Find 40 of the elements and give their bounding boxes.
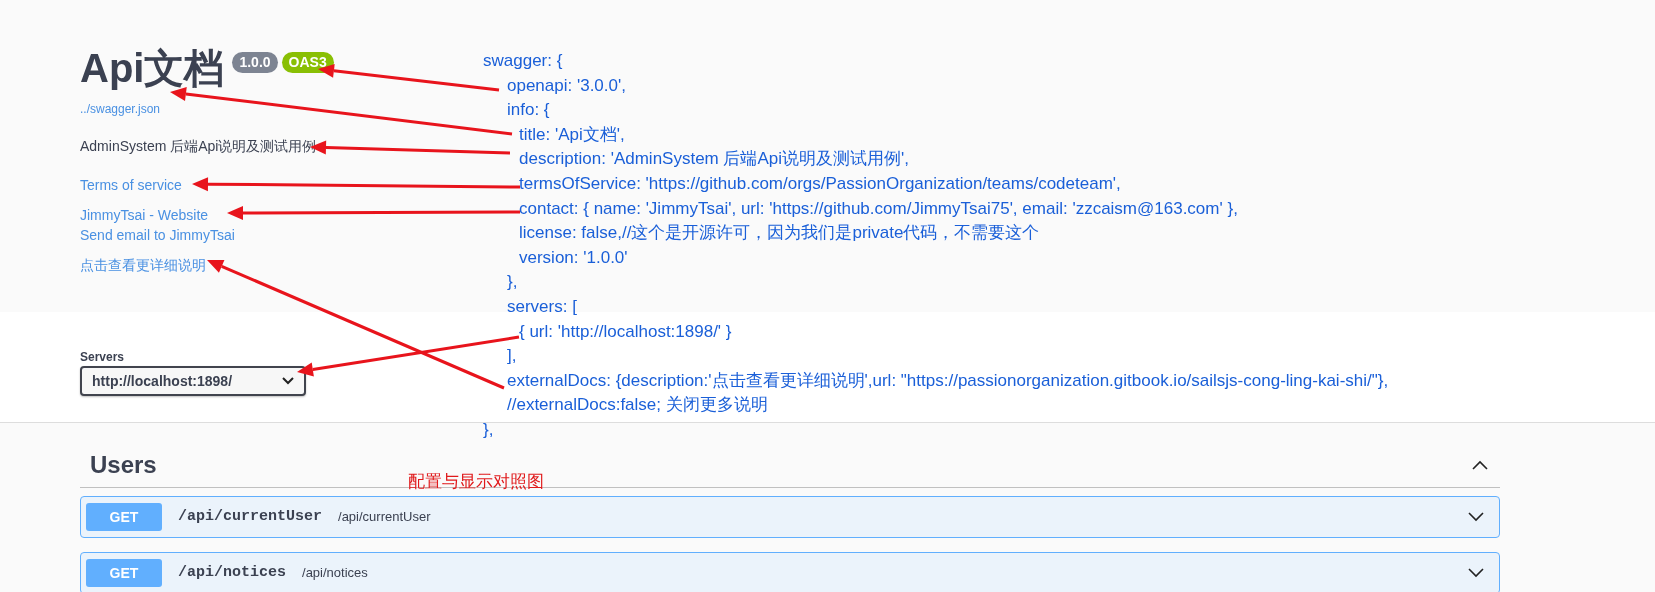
method-badge: GET <box>86 503 162 531</box>
section-title[interactable]: Users <box>90 447 157 483</box>
servers-select[interactable]: http://localhost:1898/ <box>80 366 306 396</box>
spec-badge: OAS3 <box>281 52 334 74</box>
annotation-caption: 配置与显示对照图 <box>408 471 544 493</box>
code-line: { url: 'http://localhost:1898/' } <box>519 321 732 341</box>
chevron-icon[interactable] <box>1466 567 1486 579</box>
page-title: Api文档 <box>80 48 225 88</box>
code-line: info: { <box>507 100 550 120</box>
chevron-icon[interactable] <box>1466 511 1486 523</box>
code-line: servers: [ <box>507 296 577 316</box>
chevron-down-icon <box>282 377 294 385</box>
code-line: description: 'AdminSystem 后端Api说明及测试用例', <box>519 149 910 169</box>
code-line: termsOfService: 'https://github.com/orgs/PassionOrganization/teams/codeteam', <box>519 173 1121 193</box>
contact-link[interactable]: Send email to JimmyTsai <box>80 225 235 245</box>
code-line: //externalDocs:false; 关闭更多说明 <box>507 395 768 415</box>
operation-row[interactable]: GET /api/notices /api/notices <box>80 552 1500 592</box>
code-line: contact: { name: 'JimmyTsai', url: 'https://github.com/JimmyTsai75', email: 'zzcaism@163.com' }, <box>519 198 1238 218</box>
method-badge: GET <box>86 559 162 587</box>
code-line: title: 'Api文档', <box>519 124 625 144</box>
spec-link[interactable]: ../swagger.json <box>80 102 161 116</box>
operation-row[interactable]: GET /api/currentUser /api/currentUser <box>80 496 1500 538</box>
chevron-icon[interactable] <box>1470 459 1490 471</box>
version-badge: 1.0.0 <box>232 52 278 74</box>
contact-link[interactable]: JimmyTsai - Website <box>80 205 209 225</box>
code-line: version: '1.0.0' <box>519 247 628 267</box>
endpoint-path: /api/currentUser <box>178 506 323 527</box>
code-line: }, <box>483 419 494 439</box>
servers-label: Servers <box>80 349 125 366</box>
code-line: externalDocs: {description:'点击查看更详细说明',url: "https://passionorganization.gitbook.io/sailsjs-cong-ling-kai-shi/"}, <box>507 370 1389 390</box>
code-line: swagger: { <box>483 51 563 70</box>
code-line: ], <box>507 346 517 366</box>
endpoint-summary: /api/currentUser <box>338 508 432 527</box>
endpoint-path: /api/notices <box>178 562 287 583</box>
code-line: openapi: '3.0.0', <box>507 75 626 95</box>
external-docs-link[interactable]: 点击查看更详细说明 <box>80 257 206 273</box>
code-line: license: false,//这个是开源许可，因为我们是private代码，不需要这个 <box>519 223 1040 243</box>
terms-link[interactable]: Terms of service <box>80 177 182 193</box>
endpoint-summary: /api/notices <box>302 564 369 583</box>
code-line: }, <box>507 272 518 292</box>
